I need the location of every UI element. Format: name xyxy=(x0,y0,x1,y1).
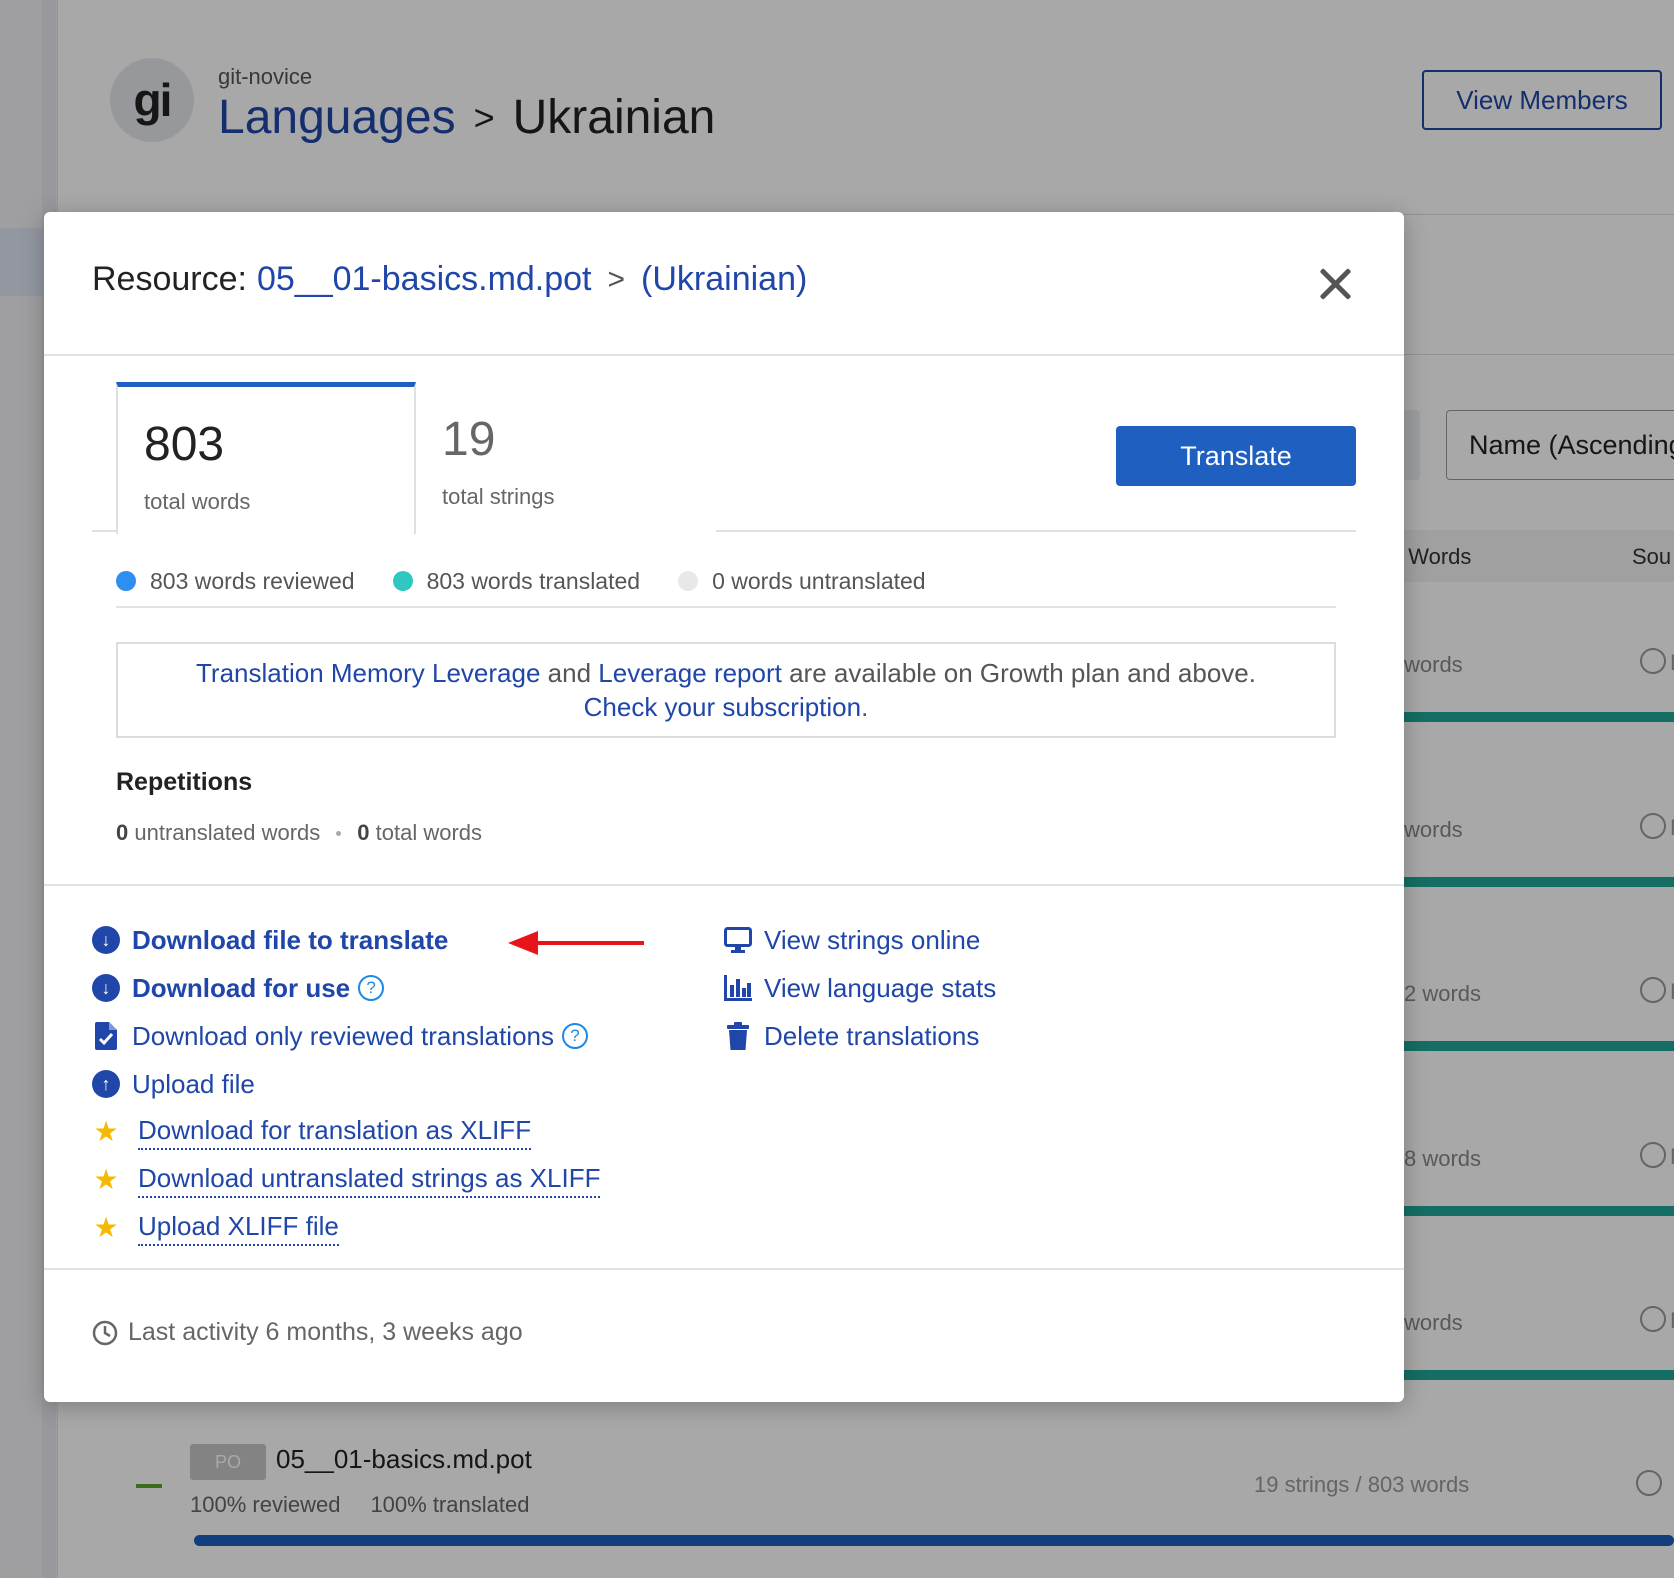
download-for-use[interactable]: ↓ Download for use ? xyxy=(92,964,600,1012)
total-strings-label: total strings xyxy=(442,484,555,509)
repetitions-untranslated: 0 untranslated words xyxy=(116,820,321,845)
modal-title: Resource: 05__01-basics.md.pot > (Ukrain… xyxy=(92,260,807,299)
translate-button[interactable]: Translate xyxy=(1116,426,1356,486)
last-activity-text: Last activity 6 months, 3 weeks ago xyxy=(128,1318,523,1346)
language-link[interactable]: (Ukrainian) xyxy=(641,260,807,299)
help-icon[interactable]: ? xyxy=(562,1023,589,1049)
leverage-report-link[interactable]: Leverage report xyxy=(598,658,782,688)
monitor-icon xyxy=(724,926,752,954)
actions-divider xyxy=(44,884,1404,886)
footer-divider xyxy=(44,1268,1404,1270)
view-strings-online[interactable]: View strings online xyxy=(724,916,996,964)
star-icon: ★ xyxy=(93,1116,119,1147)
bullet-separator xyxy=(336,830,342,836)
view-language-stats[interactable]: View language stats xyxy=(724,964,996,1012)
upload-file[interactable]: ↑ Upload file xyxy=(92,1060,600,1108)
modal-title-prefix: Resource: xyxy=(92,260,247,298)
resource-modal: Resource: 05__01-basics.md.pot > (Ukrain… xyxy=(44,212,1404,1402)
actions-left: ↓ Download file to translate ↓ Download … xyxy=(92,916,601,1252)
upload-circle-icon: ↑ xyxy=(92,1070,120,1098)
total-words-label: total words xyxy=(144,489,251,514)
notice-period: . xyxy=(861,692,869,722)
download-reviewed-translations[interactable]: Download only reviewed translations ? xyxy=(92,1012,600,1060)
notice-text: are available on Growth plan and above. xyxy=(789,658,1256,688)
download-circle-icon: ↓ xyxy=(92,974,120,1002)
tab-total-strings[interactable]: 19 total strings xyxy=(416,382,716,532)
repetitions-stats: 0 untranslated words 0 total words xyxy=(116,820,482,846)
tab-total-words[interactable]: 803 total words xyxy=(116,382,416,534)
modal-header: Resource: 05__01-basics.md.pot > (Ukrain… xyxy=(44,212,1404,356)
download-circle-icon: ↓ xyxy=(92,926,120,954)
chevron-right-icon: > xyxy=(607,262,626,296)
close-icon[interactable] xyxy=(1318,266,1352,300)
bar-chart-icon xyxy=(724,974,752,1002)
total-strings-value: 19 xyxy=(442,413,496,466)
check-subscription-link[interactable]: Check your subscription xyxy=(584,692,861,722)
star-icon: ★ xyxy=(93,1212,119,1243)
legend-reviewed: 803 words reviewed xyxy=(116,568,355,595)
tm-leverage-link[interactable]: Translation Memory Leverage xyxy=(196,658,540,688)
notice-text: and xyxy=(547,658,592,688)
untranslated-dot-icon xyxy=(678,571,699,591)
red-arrow-annotation xyxy=(508,931,644,955)
total-words-value: 803 xyxy=(144,418,225,471)
legend-label: 803 words translated xyxy=(426,567,641,594)
file-check-icon xyxy=(92,1022,120,1050)
download-translation-xliff[interactable]: ★ Download for translation as XLIFF xyxy=(92,1108,600,1156)
clock-icon xyxy=(92,1320,118,1345)
legend-untranslated: 0 words untranslated xyxy=(678,568,926,595)
trash-icon xyxy=(724,1022,752,1050)
delete-translations[interactable]: Delete translations xyxy=(724,1012,996,1060)
reviewed-dot-icon xyxy=(116,571,136,591)
repetitions-total: 0 total words xyxy=(357,820,483,845)
upload-xliff-file[interactable]: ★ Upload XLIFF file xyxy=(92,1204,600,1252)
resource-name-link[interactable]: 05__01-basics.md.pot xyxy=(257,260,592,299)
download-untranslated-xliff[interactable]: ★ Download untranslated strings as XLIFF xyxy=(92,1156,601,1204)
legend-label: 0 words untranslated xyxy=(712,567,926,594)
last-activity: Last activity 6 months, 3 weeks ago xyxy=(92,1318,523,1347)
help-icon[interactable]: ? xyxy=(358,975,385,1001)
actions-right: View strings online View language stats … xyxy=(724,916,996,1060)
star-icon: ★ xyxy=(93,1164,119,1195)
repetitions-title: Repetitions xyxy=(116,768,253,796)
translated-dot-icon xyxy=(392,571,413,591)
legend-translated: 803 words translated xyxy=(392,567,641,595)
upgrade-notice: Translation Memory Leverage and Leverage… xyxy=(116,642,1336,738)
stats-legend: 803 words reviewed 803 words translated … xyxy=(116,556,1336,608)
legend-label: 803 words reviewed xyxy=(150,567,355,594)
